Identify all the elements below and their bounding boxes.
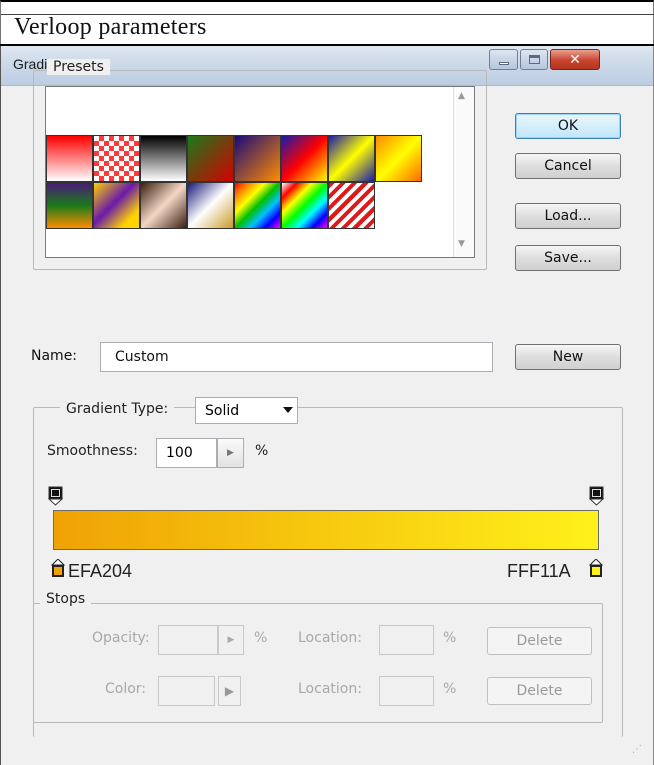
gradient-type-select[interactable]: Solid xyxy=(195,397,298,424)
maximize-button[interactable] xyxy=(520,49,548,70)
left-stop-color-value: EFA204 xyxy=(68,561,133,581)
preset-swatch[interactable] xyxy=(187,182,234,229)
minimize-button[interactable] xyxy=(489,49,518,70)
name-label: Name: xyxy=(31,348,78,364)
chevron-down-icon xyxy=(283,407,293,413)
preset-swatch[interactable] xyxy=(234,135,281,182)
color-stop-right-icon[interactable] xyxy=(589,559,603,578)
smoothness-label: Smoothness: xyxy=(47,443,138,459)
minimize-icon xyxy=(498,62,509,65)
resize-grip-icon[interactable]: ⋰ xyxy=(632,744,648,760)
preset-swatch[interactable] xyxy=(46,182,93,229)
close-icon: ✕ xyxy=(569,51,581,68)
preset-swatch[interactable] xyxy=(93,182,140,229)
save-button[interactable]: Save... xyxy=(515,245,621,271)
presets-scrollbar[interactable]: ▲ ▼ xyxy=(453,87,474,257)
color-location-label: Location: xyxy=(298,681,362,697)
preset-swatch[interactable] xyxy=(234,182,281,229)
color-label: Color: xyxy=(105,681,147,697)
gradient-type-label: Gradient Type: xyxy=(60,401,175,417)
delete-color-stop-button[interactable]: Delete xyxy=(487,677,592,705)
smoothness-field[interactable]: 100 xyxy=(156,438,217,468)
color-stop-left-icon[interactable] xyxy=(51,559,65,578)
smoothness-unit: % xyxy=(255,443,269,459)
gradient-preview-bar[interactable] xyxy=(53,510,599,550)
opacity-percent: % xyxy=(254,630,268,646)
preset-swatch[interactable] xyxy=(140,135,187,182)
opacity-stepper-icon[interactable]: ▶ xyxy=(218,625,244,655)
opacity-location-percent: % xyxy=(443,630,457,646)
opacity-location-field[interactable] xyxy=(379,625,434,655)
opacity-field[interactable] xyxy=(158,625,218,655)
preset-swatch[interactable] xyxy=(281,135,328,182)
opacity-location-label: Location: xyxy=(298,630,362,646)
color-location-field[interactable] xyxy=(379,676,434,706)
preset-swatch[interactable] xyxy=(187,135,234,182)
name-field[interactable]: Custom xyxy=(100,342,493,372)
scroll-up-icon[interactable]: ▲ xyxy=(458,91,465,101)
presets-legend: Presets xyxy=(47,59,110,75)
opacity-stop-right-icon[interactable] xyxy=(589,486,604,506)
opacity-label: Opacity: xyxy=(92,630,150,646)
preset-swatch[interactable] xyxy=(93,135,140,182)
scroll-down-icon[interactable]: ▼ xyxy=(458,239,465,249)
document-caption: Verloop parameters xyxy=(14,14,207,40)
preset-swatch[interactable] xyxy=(328,135,375,182)
right-stop-color-value: FFF11A xyxy=(507,561,571,581)
stops-legend: Stops xyxy=(40,591,92,607)
stop-color-swatch[interactable] xyxy=(158,676,215,706)
load-button[interactable]: Load... xyxy=(515,203,621,229)
preset-swatch[interactable] xyxy=(140,182,187,229)
cancel-button[interactable]: Cancel xyxy=(515,153,621,179)
preset-swatch[interactable] xyxy=(328,182,375,229)
new-button[interactable]: New xyxy=(515,344,621,370)
delete-opacity-stop-button[interactable]: Delete xyxy=(487,627,592,655)
maximize-icon xyxy=(528,55,540,64)
ok-button[interactable]: OK xyxy=(515,113,621,139)
close-button[interactable]: ✕ xyxy=(550,49,600,70)
preset-swatch[interactable] xyxy=(375,135,422,182)
smoothness-stepper-icon[interactable]: ▶ xyxy=(217,438,244,468)
color-picker-arrow-icon[interactable]: ▶ xyxy=(218,676,241,706)
preset-swatch[interactable] xyxy=(281,182,328,229)
color-location-percent: % xyxy=(443,681,457,697)
stops-group xyxy=(33,603,603,723)
opacity-stop-left-icon[interactable] xyxy=(48,486,63,506)
gradient-type-value: Solid xyxy=(205,403,240,419)
preset-swatch[interactable] xyxy=(46,135,93,182)
